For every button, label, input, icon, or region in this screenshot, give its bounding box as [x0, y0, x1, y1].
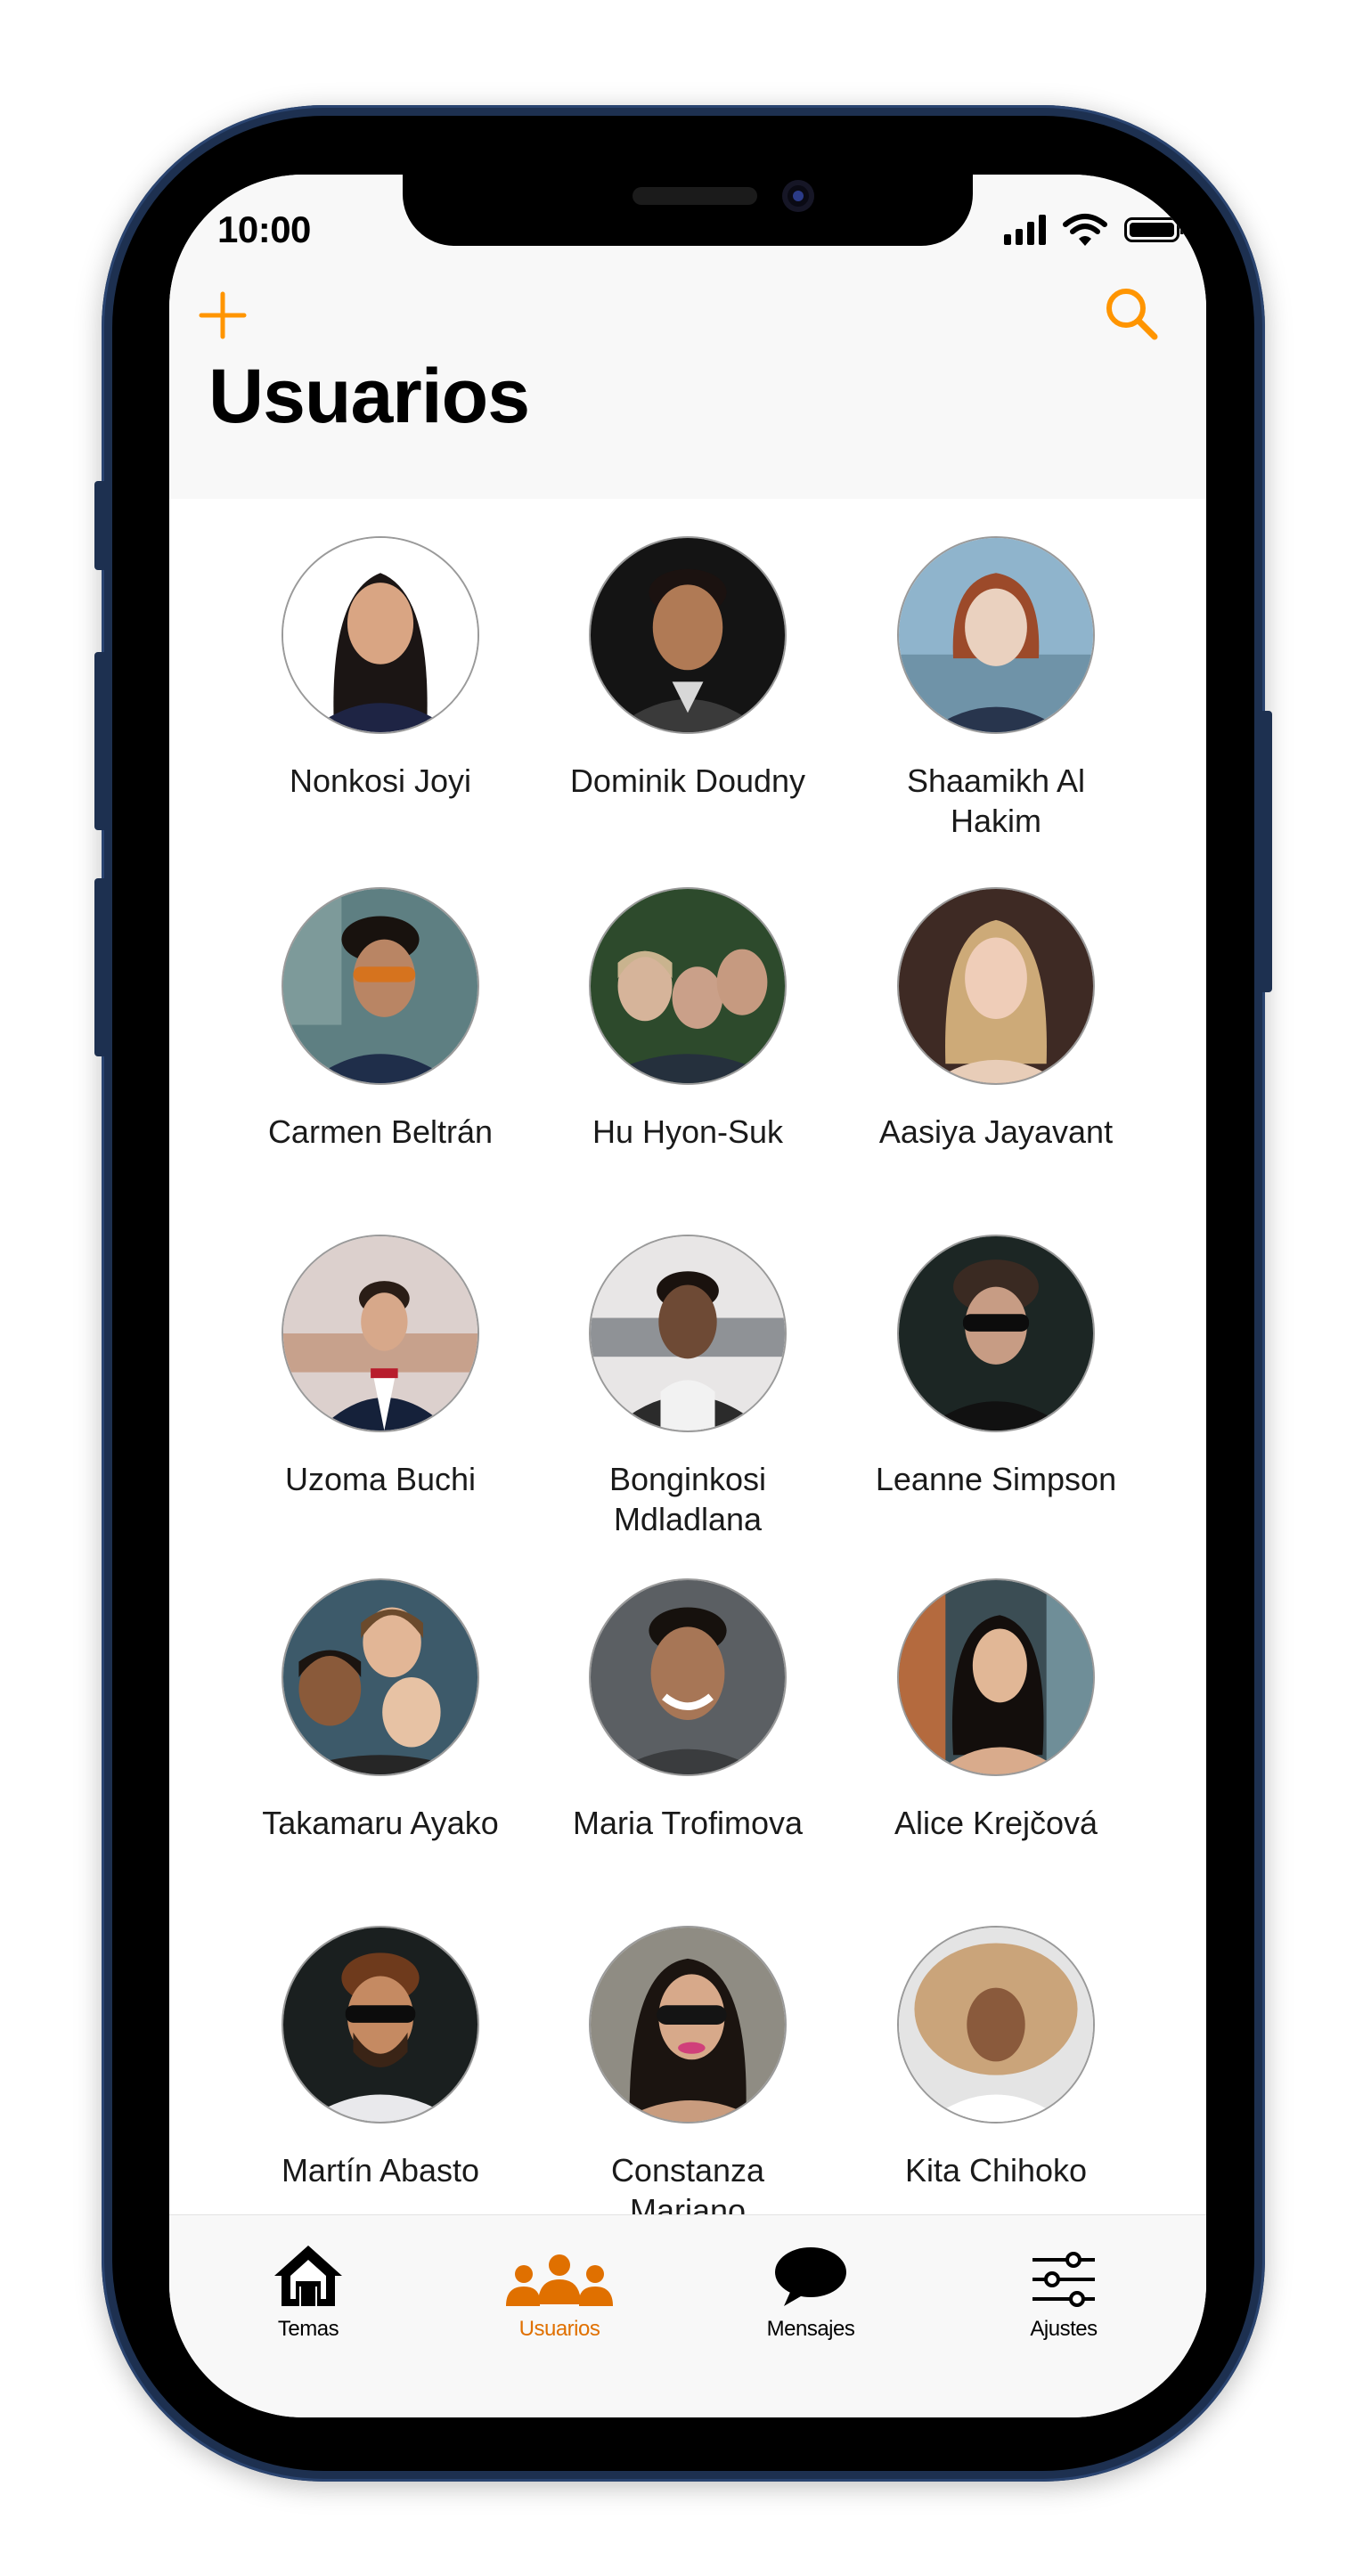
- tab-mensajes[interactable]: Mensajes: [722, 2240, 900, 2342]
- user-avatar: [589, 1926, 787, 2124]
- notch: [403, 175, 973, 246]
- user-card[interactable]: Bonginkosi Mdladlana: [554, 1235, 821, 1539]
- side-button-volume-down: [94, 878, 107, 1056]
- user-card[interactable]: Aasiya Jayavant: [862, 887, 1130, 1152]
- user-avatar: [282, 1578, 479, 1776]
- user-name: Alice Krejčová: [894, 1805, 1098, 1841]
- user-card[interactable]: Leanne Simpson: [862, 1235, 1130, 1499]
- battery-icon: [1124, 217, 1184, 242]
- user-avatar: [589, 1235, 787, 1432]
- user-avatar: [589, 1578, 787, 1776]
- tab-label: Temas: [277, 2317, 339, 2341]
- screen: 10:00 Usuarios Nonkosi Joyi Dominik Doud…: [169, 175, 1206, 2417]
- user-name: Takamaru Ayako: [262, 1805, 499, 1841]
- tab-label: Mensajes: [766, 2317, 855, 2341]
- front-camera: [782, 180, 814, 212]
- user-name: Nonkosi Joyi: [289, 762, 472, 799]
- side-button-mute: [94, 481, 107, 570]
- side-button-volume-up: [94, 652, 107, 830]
- tab-usuarios[interactable]: Usuarios: [470, 2240, 649, 2342]
- user-name: Aasiya Jayavant: [878, 1113, 1114, 1150]
- user-name: Hu Hyon-Suk: [592, 1113, 784, 1150]
- user-name: Carmen Beltrán: [267, 1113, 494, 1150]
- user-name: Bonginkosi Mdladlana: [608, 1461, 767, 1537]
- user-avatar: [282, 887, 479, 1085]
- user-name: Martín Abasto: [281, 2152, 480, 2189]
- tab-label: Usuarios: [518, 2317, 600, 2341]
- side-button-power: [1260, 711, 1272, 992]
- search-icon: [1106, 289, 1158, 340]
- user-card[interactable]: Shaamikh Al Hakim: [862, 536, 1130, 841]
- user-avatar: [897, 1235, 1095, 1432]
- cellular-signal-icon: [1004, 215, 1046, 245]
- user-name: Constanza Mariano: [610, 2152, 765, 2214]
- user-card[interactable]: Martín Abasto: [247, 1926, 514, 2190]
- user-name: Maria Trofimova: [572, 1805, 804, 1841]
- user-name: Uzoma Buchi: [284, 1461, 477, 1497]
- tab-label: Ajustes: [1030, 2317, 1098, 2341]
- user-card[interactable]: Takamaru Ayako: [247, 1578, 514, 1843]
- speaker-grille: [633, 187, 757, 205]
- house-icon: [274, 2246, 342, 2306]
- page-title: Usuarios: [208, 354, 530, 439]
- user-name: Kita Chihoko: [904, 2152, 1088, 2189]
- user-name: Leanne Simpson: [875, 1461, 1117, 1497]
- user-card[interactable]: Alice Krejčová: [862, 1578, 1130, 1843]
- user-card[interactable]: Carmen Beltrán: [247, 887, 514, 1152]
- users-grid: Nonkosi Joyi Dominik Doudny Shaamikh Al …: [169, 499, 1206, 2214]
- user-card[interactable]: Dominik Doudny: [554, 536, 821, 801]
- user-card[interactable]: Maria Trofimova: [554, 1578, 821, 1843]
- add-button[interactable]: [196, 289, 249, 342]
- user-avatar: [897, 887, 1095, 1085]
- user-avatar: [282, 1926, 479, 2124]
- status-time: 10:00: [217, 208, 311, 250]
- status-icons: [1004, 212, 1184, 248]
- user-avatar: [897, 536, 1095, 734]
- user-card[interactable]: Nonkosi Joyi: [247, 536, 514, 801]
- user-avatar: [897, 1926, 1095, 2124]
- user-avatar: [897, 1578, 1095, 1776]
- user-card[interactable]: Constanza Mariano: [554, 1926, 821, 2214]
- plus-icon: [199, 291, 247, 339]
- search-button[interactable]: [1101, 283, 1163, 346]
- user-avatar: [589, 536, 787, 734]
- tab-ajustes[interactable]: Ajustes: [975, 2240, 1153, 2342]
- speech-bubble-icon: [775, 2247, 846, 2306]
- user-avatar: [589, 887, 787, 1085]
- user-name: Dominik Doudny: [569, 762, 806, 799]
- user-card[interactable]: Kita Chihoko: [862, 1926, 1130, 2190]
- user-card[interactable]: Hu Hyon-Suk: [554, 887, 821, 1152]
- user-name: Shaamikh Al Hakim: [906, 762, 1086, 839]
- sliders-icon: [1032, 2252, 1095, 2307]
- people-icon: [506, 2254, 613, 2306]
- user-avatar: [282, 536, 479, 734]
- user-avatar: [282, 1235, 479, 1432]
- wifi-icon: [1063, 214, 1107, 246]
- tab-temas[interactable]: Temas: [219, 2240, 397, 2342]
- tab-bar: Temas Usuarios Mensajes Ajustes: [169, 2214, 1206, 2417]
- user-card[interactable]: Uzoma Buchi: [247, 1235, 514, 1499]
